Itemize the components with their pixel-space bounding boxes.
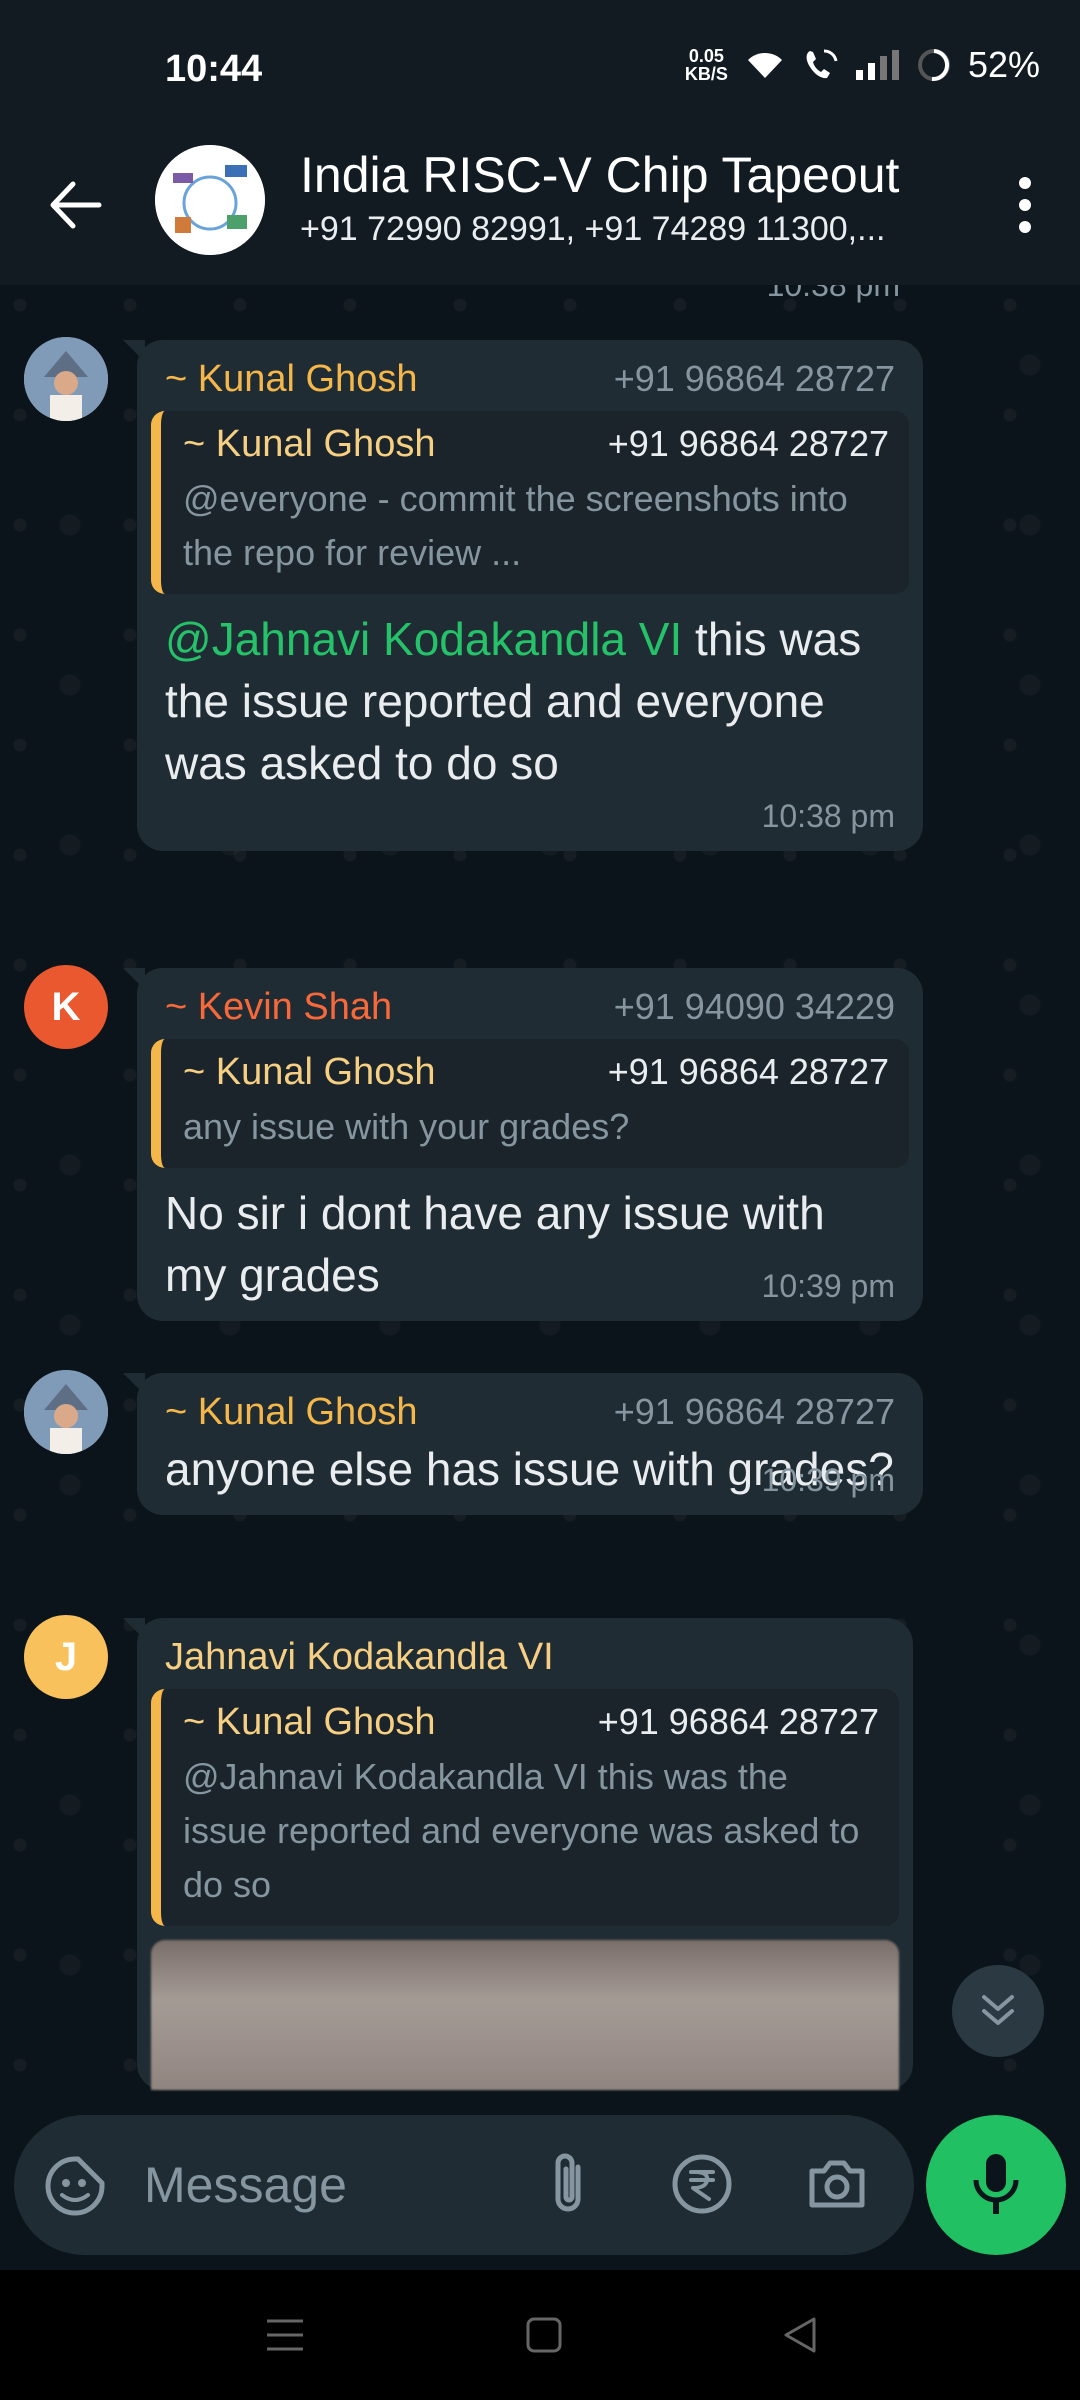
quote-sender: ~ Kunal Ghosh [183,1051,436,1093]
avatar[interactable]: J [24,1615,108,1699]
camera-icon [809,2160,865,2208]
menu-lines-icon [267,2319,303,2351]
avatar[interactable]: K [24,965,108,1049]
more-options-button[interactable] [995,170,1055,240]
quote-header: ~ Kunal Ghosh +91 96864 28727 [183,1051,889,1094]
wifi-icon [747,52,782,78]
profile-photo-icon [24,337,108,421]
speed-value: 0.05 [688,46,724,66]
back-nav-button[interactable] [765,2300,835,2370]
quote-header: ~ Kunal Ghosh +91 96864 28727 [183,423,889,466]
quote-sender: ~ Kunal Ghosh [183,423,436,465]
message-bubble[interactable]: ~ Kevin Shah +91 94090 34229 ~ Kunal Gho… [123,968,923,1321]
chat-area[interactable]: 10:38 pm ~ Kunal Ghosh +91 96864 28727 ~… [0,285,1080,2105]
chat-header: India RISC-V Chip Tapeout +91 72990 8299… [0,140,1080,285]
status-indicators: 0.05 KB/S 52% [685,44,1040,86]
camera-button[interactable] [804,2151,874,2221]
image-attachment[interactable] [151,1940,899,2090]
quote-phone: +91 96864 28727 [597,1701,879,1742]
scroll-to-bottom-button[interactable] [952,1965,1044,2057]
square-icon [526,2317,562,2353]
group-logo-icon [155,145,265,255]
sender-row: ~ Kevin Shah +91 94090 34229 [165,986,895,1029]
profile-photo-icon [24,1370,108,1454]
paperclip-icon [555,2153,581,2212]
sender-row: ~ Kunal Ghosh +91 96864 28727 [165,358,895,401]
quote-phone: +91 96864 28727 [607,423,889,464]
sticker-button[interactable] [44,2155,106,2217]
previous-message-time: 10:38 pm [766,285,900,303]
message-bubble[interactable]: ~ Kunal Ghosh +91 96864 28727 ~ Kunal Gh… [123,340,923,851]
sender-row: Jahnavi Kodakandla VI [165,1636,885,1679]
message-input[interactable] [144,2145,504,2225]
status-bar: 10:44 0.05 KB/S 52% [0,0,1080,140]
avatar[interactable] [24,337,108,421]
input-pill [14,2115,914,2255]
quote-text: any issue with your grades? [183,1106,630,1147]
home-button[interactable] [509,2300,579,2370]
recents-button[interactable] [250,2300,320,2370]
arrow-left-icon [50,181,102,229]
battery-ring-icon [917,49,950,82]
quoted-message[interactable]: ~ Kunal Ghosh +91 96864 28727 @everyone … [151,411,909,594]
back-button[interactable] [40,170,110,240]
sender-name[interactable]: ~ Kunal Ghosh [165,358,417,401]
signal-icon [855,50,899,80]
mention-link[interactable]: @Jahnavi Kodakandla VI [165,613,682,665]
speed-unit: KB/S [684,64,728,84]
sender-phone: +91 96864 28727 [613,358,895,399]
avatar[interactable] [24,1370,108,1454]
status-time: 10:44 [165,48,263,90]
message-time: 10:38 pm [761,798,895,834]
network-speed: 0.05 KB/S [685,47,728,83]
message-composer [0,2105,1080,2270]
quote-sender: ~ Kunal Ghosh [183,1701,436,1743]
system-navigation-bar [0,2270,1080,2400]
message-bubble[interactable]: ~ Kunal Ghosh +91 96864 28727 anyone els… [123,1373,923,1515]
sender-phone: +91 94090 34229 [613,986,895,1027]
sender-name[interactable]: ~ Kunal Ghosh [165,1391,417,1434]
quote-phone: +91 96864 28727 [607,1051,889,1092]
triangle-back-icon [784,2317,816,2353]
sender-name[interactable]: Jahnavi Kodakandla VI [165,1636,554,1679]
mic-icon [973,2154,1019,2214]
quoted-message[interactable]: ~ Kunal Ghosh +91 96864 28727 any issue … [151,1039,909,1168]
battery-level: 52% [967,44,1040,85]
group-members[interactable]: +91 72990 82991, +91 74289 11300,... [300,210,960,249]
quoted-message[interactable]: ~ Kunal Ghosh +91 96864 28727 @Jahnavi K… [151,1689,899,1926]
group-avatar[interactable] [155,145,265,255]
call-wifi-icon [806,49,838,79]
more-vertical-icon [1019,177,1031,189]
quote-header: ~ Kunal Ghosh +91 96864 28727 [183,1701,879,1744]
message-bubble[interactable]: Jahnavi Kodakandla VI ~ Kunal Ghosh +91 … [123,1618,913,2090]
sender-name[interactable]: ~ Kevin Shah [165,986,392,1029]
message-text: @Jahnavi Kodakandla VI this was the issu… [165,608,895,794]
voice-record-button[interactable] [926,2115,1066,2255]
quote-text: @everyone - commit the screenshots into … [183,478,848,573]
group-title[interactable]: India RISC-V Chip Tapeout [300,146,899,204]
menu-dot [1019,199,1031,211]
attach-button[interactable] [534,2149,604,2219]
sender-phone: +91 96864 28727 [613,1391,895,1432]
sender-row: ~ Kunal Ghosh +91 96864 28727 [165,1391,895,1434]
payment-button[interactable] [669,2151,739,2221]
sticker-icon [45,2156,105,2216]
quote-text: @Jahnavi Kodakandla VI this was the issu… [183,1756,860,1905]
menu-dot [1019,221,1031,233]
rupee-icon [672,2154,732,2214]
chevrons-down-icon [982,1995,1014,2025]
